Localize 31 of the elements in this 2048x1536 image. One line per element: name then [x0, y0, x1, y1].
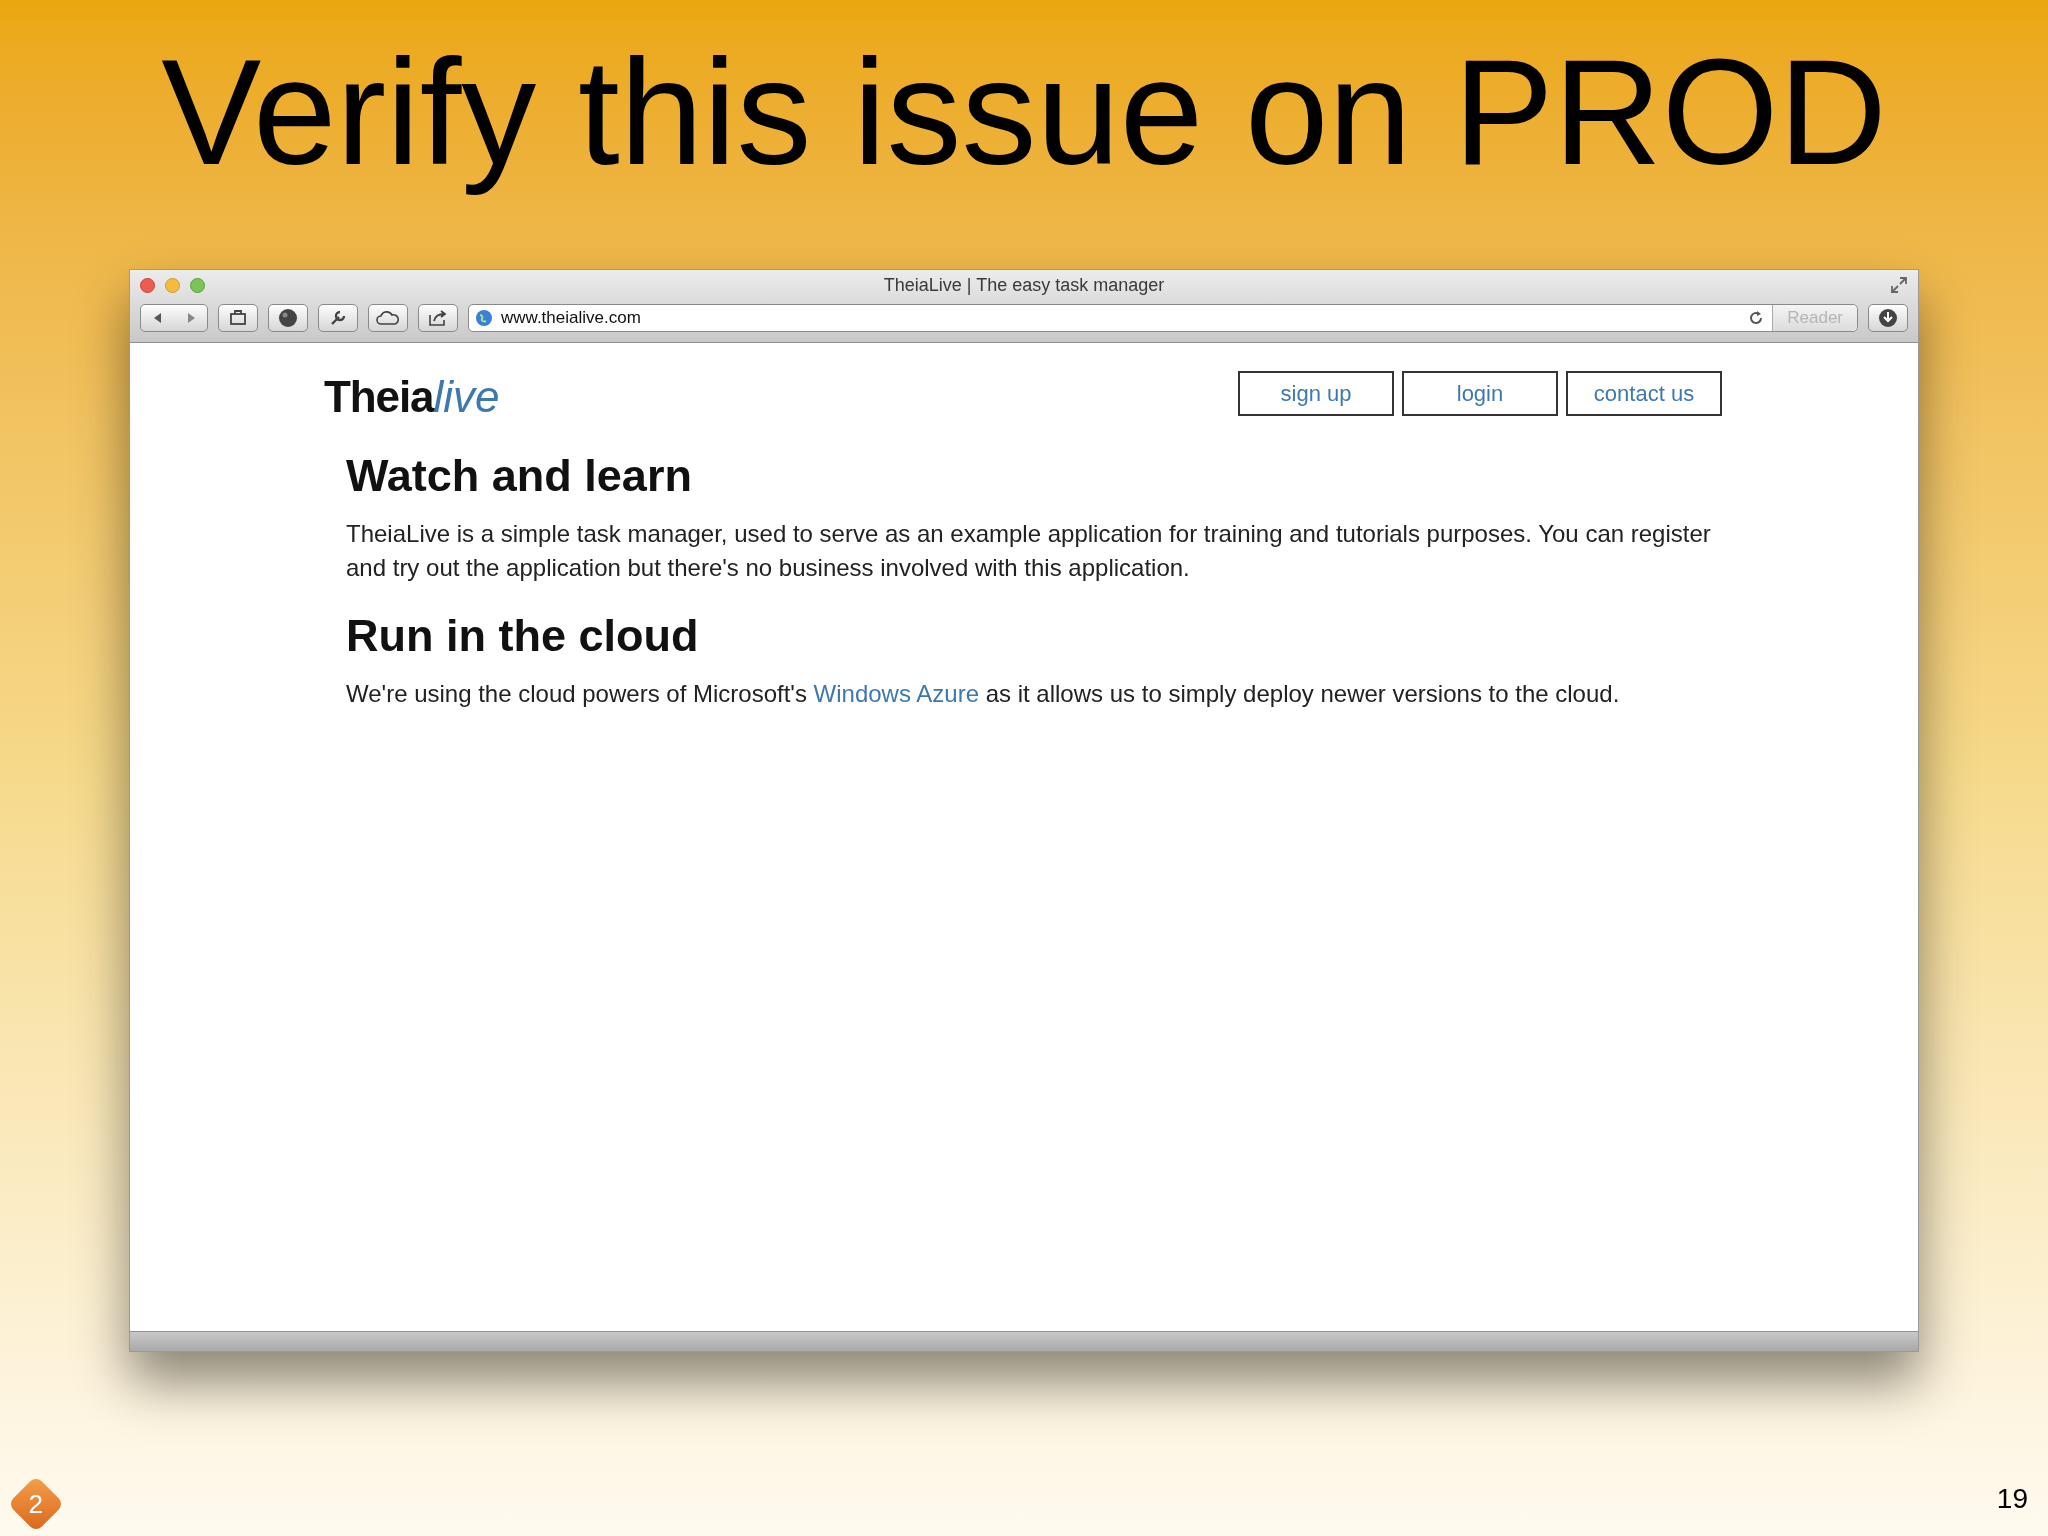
nav-button[interactable]: login	[1402, 371, 1558, 416]
sphere-icon	[278, 308, 298, 328]
url-text: www.theialive.com	[501, 307, 641, 330]
wrench-icon	[329, 309, 347, 327]
tools-button[interactable]	[318, 304, 358, 332]
section-paragraph: TheiaLive is a simple task manager, used to serve as an example application for training and tutorials purposes. You can register and try out the application but there's no business involved with this application.	[346, 519, 1712, 583]
book-icon	[229, 310, 247, 326]
globe-icon	[475, 309, 493, 327]
downloads-button[interactable]	[1868, 304, 1908, 332]
download-icon	[1878, 308, 1898, 328]
share-icon	[428, 309, 448, 327]
close-button[interactable]	[140, 277, 155, 293]
slide-title: Verify this issue on PROD	[161, 30, 1887, 195]
section-paragraph: We're using the cloud powers of Microsoft's Windows Azure as it allows us to simply deploy newer versions to the cloud.	[346, 679, 1621, 709]
nav-button[interactable]: contact us	[1566, 371, 1722, 416]
back-forward-buttons[interactable]	[140, 304, 208, 332]
site-logo[interactable]: Theialive	[324, 375, 500, 419]
address-field[interactable]: www.theialive.com Reader	[468, 304, 1858, 332]
cloud-icon	[376, 310, 400, 326]
bookmarks-button[interactable]	[218, 304, 258, 332]
globe-button[interactable]	[268, 304, 308, 332]
window-title: TheiaLive | The easy task manager	[883, 273, 1165, 297]
section-heading: Run in the cloud	[346, 609, 700, 663]
page-number: 19	[1996, 1482, 2028, 1516]
reload-icon[interactable]	[1748, 310, 1765, 326]
nav-button[interactable]: sign up	[1238, 371, 1394, 416]
section-heading: Watch and learn	[346, 449, 693, 503]
text-link[interactable]: Windows Azure	[813, 680, 979, 707]
cloud-button[interactable]	[368, 304, 408, 332]
fullscreen-icon[interactable]	[1890, 276, 1908, 294]
share-button[interactable]	[418, 304, 458, 332]
